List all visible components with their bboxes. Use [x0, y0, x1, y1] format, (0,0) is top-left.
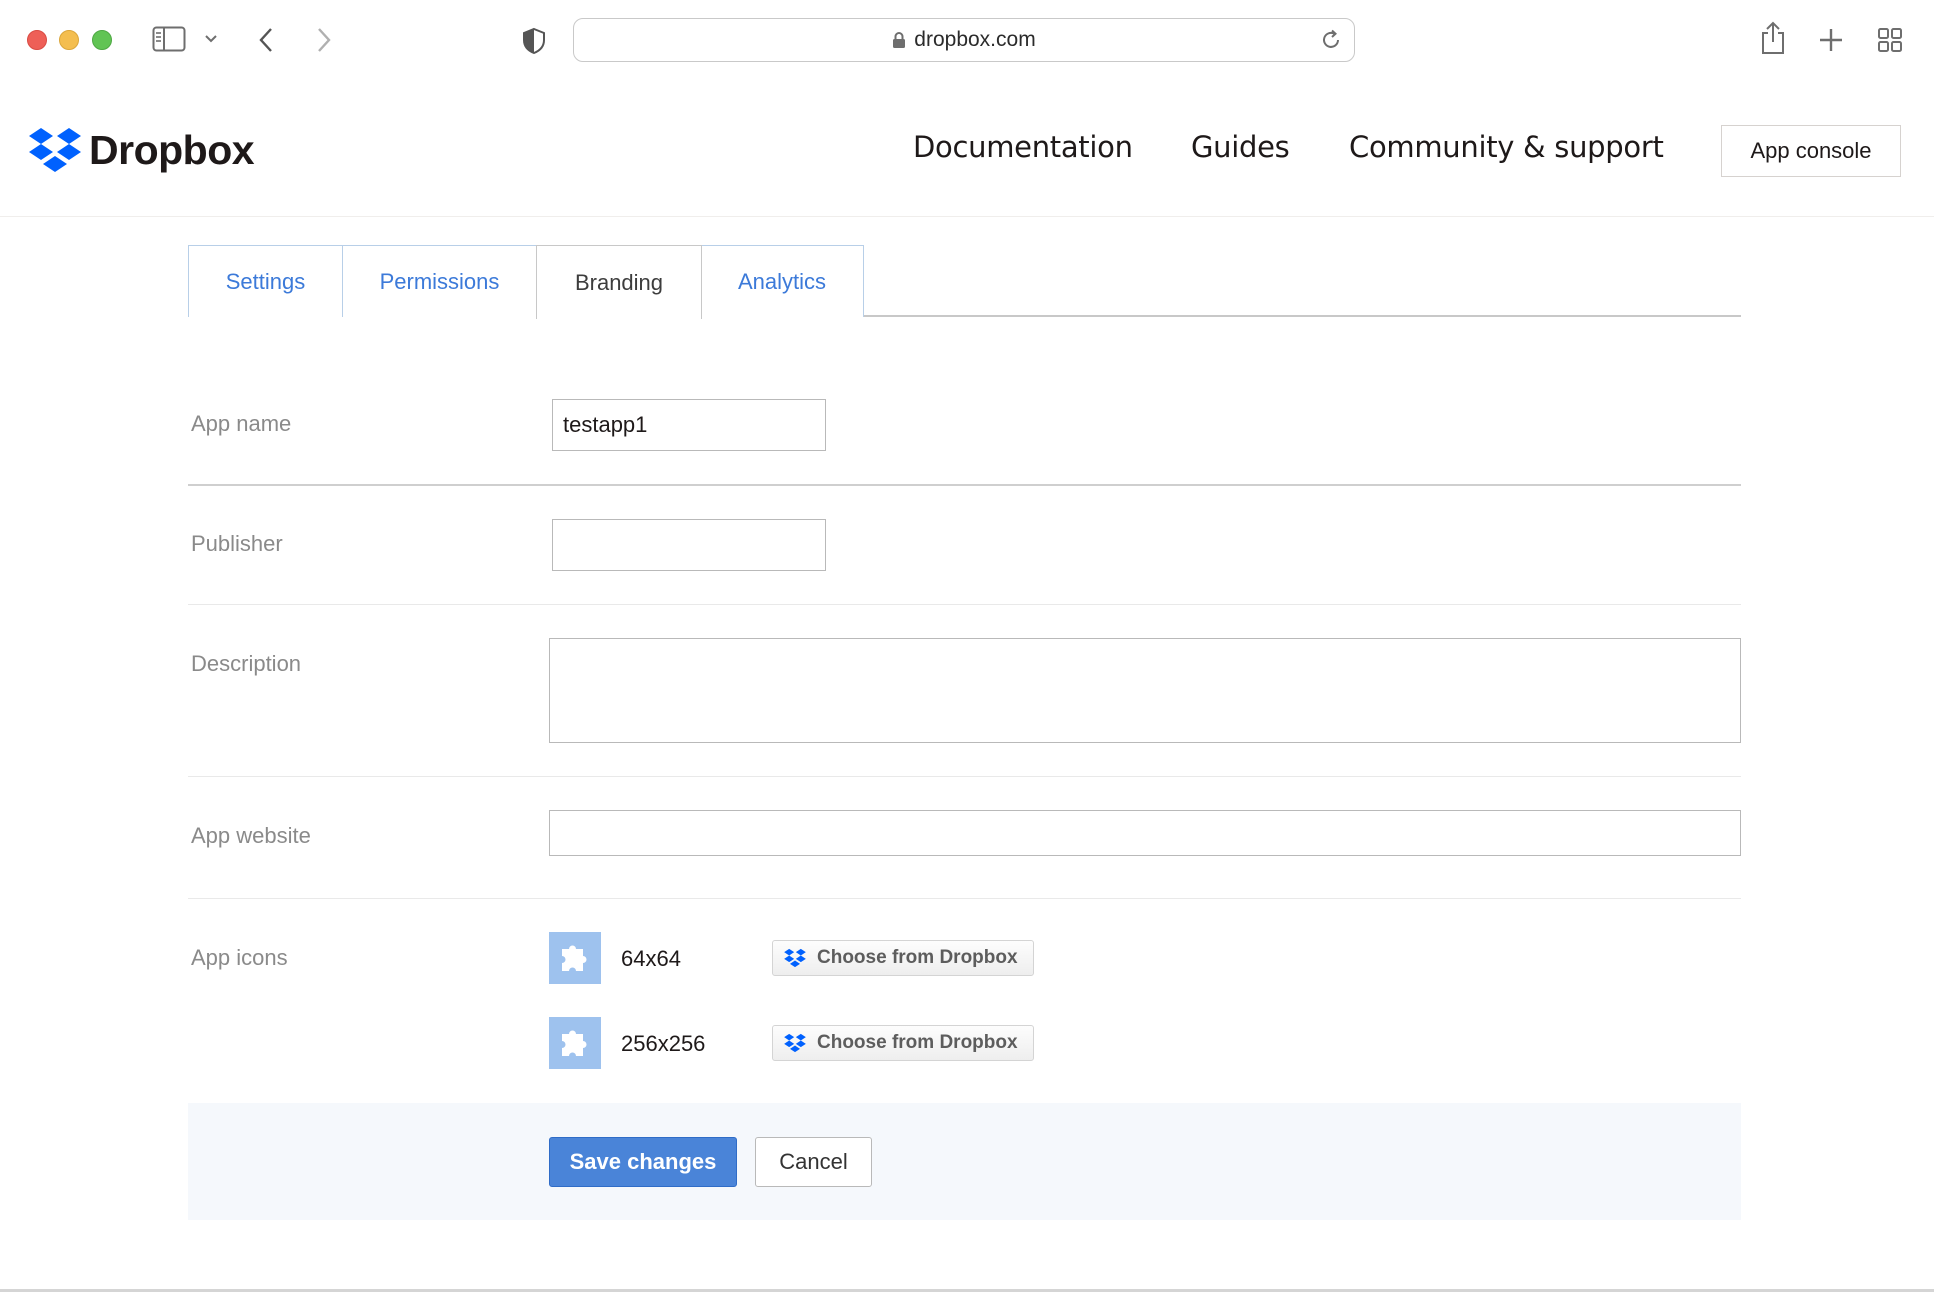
app-name-label: App name: [191, 411, 292, 436]
app-website-label: App website: [191, 823, 311, 848]
form-actions-bar: [188, 1103, 1741, 1220]
zoom-window-button[interactable]: [92, 30, 112, 50]
tab-overview-icon[interactable]: [1877, 27, 1903, 53]
choose-from-dropbox-button[interactable]: Choose from Dropbox: [772, 940, 1034, 976]
tab-bar: Settings Permissions Branding Analytics: [188, 245, 864, 319]
tab-branding[interactable]: Branding: [536, 245, 702, 319]
back-arrow-icon[interactable]: [258, 27, 274, 53]
minimize-window-button[interactable]: [59, 30, 79, 50]
url-text: dropbox.com: [914, 28, 1036, 51]
choose-from-dropbox-label: Choose from Dropbox: [817, 947, 1018, 968]
divider: [188, 484, 1741, 486]
icon-size-256: 256x256: [621, 1031, 706, 1056]
dropbox-logo-icon: [29, 128, 81, 172]
site-header: Dropbox Documentation Guides Community &…: [0, 80, 1934, 217]
publisher-input[interactable]: [552, 519, 826, 571]
icon-size-64: 64x64: [621, 946, 681, 971]
description-textarea[interactable]: [549, 638, 1741, 743]
puzzle-placeholder-icon: [549, 1017, 601, 1069]
nav-community-support[interactable]: Community & support: [1349, 130, 1664, 164]
share-icon[interactable]: [1759, 21, 1787, 55]
cancel-button[interactable]: Cancel: [755, 1137, 872, 1187]
app-name-input[interactable]: testapp1: [552, 399, 826, 451]
divider: [188, 776, 1741, 777]
description-label: Description: [191, 651, 302, 676]
nav-documentation[interactable]: Documentation: [913, 130, 1133, 164]
address-bar[interactable]: dropbox.com: [573, 18, 1355, 62]
logo-wordmark: Dropbox: [89, 126, 255, 173]
divider: [188, 898, 1741, 899]
choose-from-dropbox-button[interactable]: Choose from Dropbox: [772, 1025, 1034, 1061]
nav-guides[interactable]: Guides: [1191, 130, 1290, 164]
tab-permissions[interactable]: Permissions: [341, 245, 538, 317]
tab-analytics[interactable]: Analytics: [700, 245, 864, 317]
forward-arrow-icon[interactable]: [316, 27, 332, 53]
sidebar-toggle-icon[interactable]: [152, 26, 186, 52]
save-changes-button[interactable]: Save changes: [549, 1137, 737, 1187]
reload-icon[interactable]: [1320, 29, 1342, 56]
publisher-label: Publisher: [191, 531, 283, 556]
puzzle-placeholder-icon: [549, 932, 601, 984]
dropbox-icon: [784, 948, 806, 968]
tab-settings[interactable]: Settings: [188, 245, 343, 317]
browser-toolbar: dropbox.com: [0, 0, 1934, 80]
close-window-button[interactable]: [27, 30, 47, 50]
lock-icon: [893, 32, 906, 48]
divider: [188, 604, 1741, 605]
app-console-button[interactable]: App console: [1721, 125, 1901, 177]
dropbox-logo[interactable]: Dropbox: [27, 126, 255, 174]
privacy-shield-icon[interactable]: [522, 27, 546, 55]
app-website-input[interactable]: [549, 810, 1741, 856]
dropbox-icon: [784, 1033, 806, 1053]
chevron-down-icon[interactable]: [204, 34, 218, 44]
choose-from-dropbox-label: Choose from Dropbox: [817, 1032, 1018, 1053]
new-tab-plus-icon[interactable]: [1818, 27, 1844, 53]
app-icons-label: App icons: [191, 945, 288, 970]
